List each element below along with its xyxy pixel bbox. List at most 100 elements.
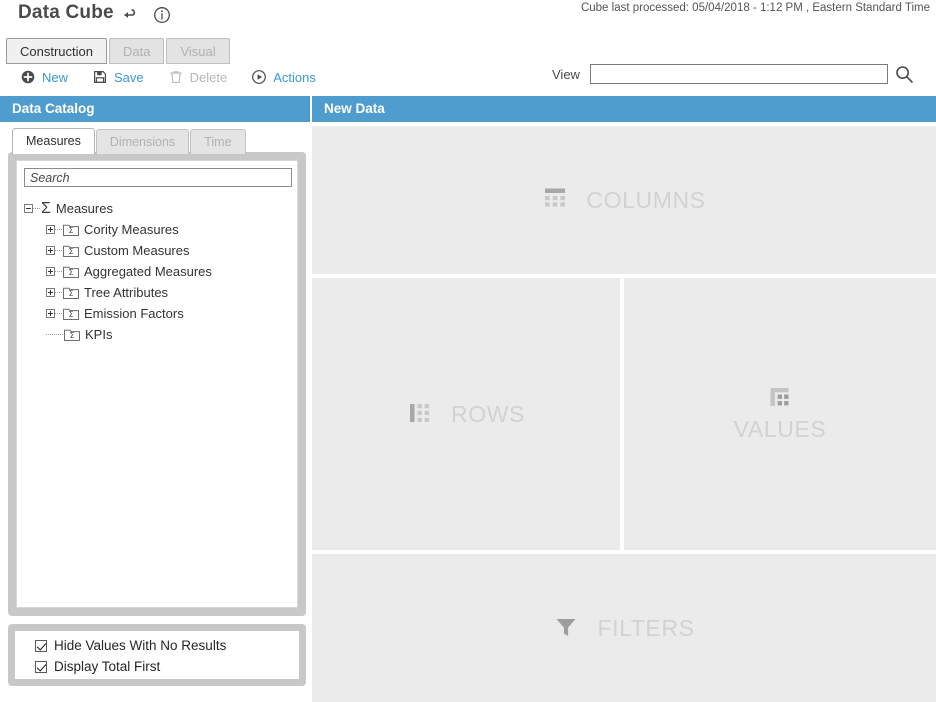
svg-text:Σ: Σ [68,268,73,277]
save-button-label: Save [114,69,144,85]
tree-node-aggregated-measures[interactable]: Σ Aggregated Measures [24,261,290,282]
dropzone-values-content: VALUES [734,385,827,443]
tree-node-tree-attributes[interactable]: Σ Tree Attributes [24,282,290,303]
info-circle-icon[interactable] [152,5,172,25]
view-input[interactable] [589,64,888,84]
checkbox-hide-values-with-no-results[interactable] [35,639,47,652]
svg-text:Σ: Σ [68,310,73,319]
catalog-tab-bar: Measures Dimensions Time [12,128,247,154]
tree-node-label: Aggregated Measures [84,264,212,279]
dropzone-columns-content: COLUMNS [542,186,705,215]
expand-toggle-icon[interactable] [46,309,55,318]
svg-text:Σ: Σ [69,331,74,340]
plus-circle-icon [20,69,36,85]
dropzone-rows[interactable]: ROWS [312,278,620,550]
catalog-tree-inner: Σ Measures Σ Cority Measures [16,160,298,608]
option-display-total-first[interactable]: Display Total First [35,656,299,677]
main-tab-bar: Construction Data Visual [6,38,232,64]
tree-node-label: Cority Measures [84,222,179,237]
save-button[interactable]: Save [92,69,144,85]
search-input[interactable] [24,168,292,187]
option-hide-values-with-no-results[interactable]: Hide Values With No Results [35,635,299,656]
dropzone-rows-content: ROWS [407,400,525,429]
svg-text:Σ: Σ [68,226,73,235]
tree-node-measures-root[interactable]: Σ Measures [24,198,290,219]
trash-icon [168,69,184,85]
tree-node-label: Custom Measures [84,243,190,258]
view-search-area: View [552,64,914,84]
catalog-tab-time[interactable]: Time [190,129,246,154]
delete-button[interactable]: Delete [168,69,228,85]
sigma-folder-icon: Σ [63,244,79,257]
tree-node-label: Tree Attributes [84,285,169,300]
tree-connector [33,207,40,210]
view-label: View [552,66,580,82]
new-data-header: New Data [312,96,936,122]
catalog-tab-measures[interactable]: Measures [12,128,95,154]
actions-button-label: Actions [273,69,316,85]
back-arrow-icon[interactable] [120,5,140,25]
tree-connector [55,228,62,231]
play-circle-icon [251,69,267,85]
catalog-tree-panel: Σ Measures Σ Cority Measures [8,152,306,616]
expand-toggle-icon[interactable] [46,267,55,276]
dropzone-columns[interactable]: COLUMNS [312,126,936,274]
top-bar: Data Cube Cube last processed: 05/04/201… [0,0,936,30]
tree-node-emission-factors[interactable]: Σ Emission Factors [24,303,290,324]
tree-connector [55,249,62,252]
tab-construction[interactable]: Construction [6,38,107,64]
dropzone-values[interactable]: VALUES [624,278,936,550]
tab-data[interactable]: Data [108,38,165,64]
data-catalog-header: Data Catalog [0,96,310,122]
catalog-tab-dimensions[interactable]: Dimensions [95,129,190,154]
floppy-disk-icon [92,69,108,85]
actions-button[interactable]: Actions [251,69,316,85]
svg-text:Σ: Σ [68,247,73,256]
magnifier-icon[interactable] [894,64,914,84]
dropzone-filters-content: FILTERS [553,614,694,643]
page-title: Data Cube [18,2,114,23]
sigma-folder-icon: Σ [63,265,79,278]
tree-node-label: KPIs [85,327,113,342]
collapse-toggle-icon[interactable] [24,204,33,213]
new-button[interactable]: New [20,69,68,85]
dropzone-filters-label: FILTERS [597,614,695,641]
tree-connector [55,312,62,315]
tree-node-cority-measures[interactable]: Σ Cority Measures [24,219,290,240]
tree-connector [46,333,63,336]
columns-grid-icon [542,186,568,215]
expand-toggle-icon[interactable] [46,288,55,297]
checkbox-display-total-first[interactable] [35,660,47,673]
cube-last-processed-status: Cube last processed: 05/04/2018 - 1:12 P… [580,2,930,14]
rows-grid-icon [407,400,433,429]
dropzone-values-label: VALUES [733,416,827,442]
sigma-folder-icon: Σ [63,286,79,299]
tree-node-label: Measures [55,201,113,216]
measures-tree: Σ Measures Σ Cority Measures Σ Custom Me… [24,198,290,345]
expand-toggle-icon[interactable] [46,225,55,234]
tree-node-kpis[interactable]: Σ KPIs [24,324,290,345]
option-label: Display Total First [54,659,161,674]
funnel-icon [553,614,579,643]
svg-text:Σ: Σ [68,289,73,298]
expand-toggle-icon[interactable] [46,246,55,255]
tree-node-custom-measures[interactable]: Σ Custom Measures [24,240,290,261]
catalog-options-inner: Hide Values With No Results Display Tota… [15,631,299,679]
dropzone-filters[interactable]: FILTERS [312,554,936,702]
sigma-folder-icon: Σ [63,307,79,320]
dropzone-columns-label: COLUMNS [586,186,706,213]
action-toolbar: New Save Delete Actions [20,67,340,87]
dropzone-rows-label: ROWS [451,400,525,427]
new-button-label: New [42,69,69,85]
sigma-folder-icon: Σ [63,223,79,236]
delete-button-label: Delete [189,69,228,85]
sigma-folder-icon: Σ [64,328,80,341]
tree-node-label: Emission Factors [84,306,184,321]
option-label: Hide Values With No Results [54,638,227,653]
tree-connector [55,270,62,273]
values-grid-icon [767,385,793,414]
sigma-icon: Σ [41,199,51,217]
tree-connector [55,291,62,294]
tab-visual[interactable]: Visual [166,38,230,64]
catalog-options-panel: Hide Values With No Results Display Tota… [8,624,306,686]
